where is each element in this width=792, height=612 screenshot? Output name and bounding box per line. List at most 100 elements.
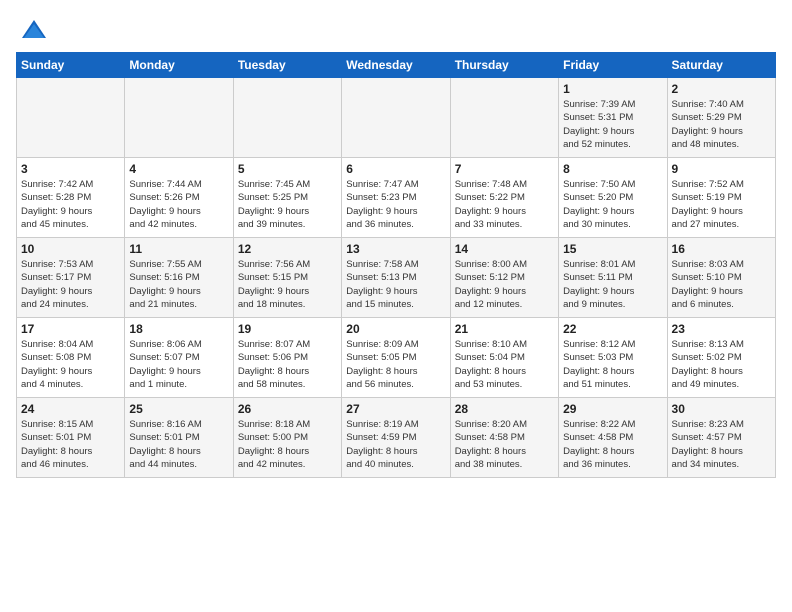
day-number: 27 <box>346 402 445 416</box>
day-number: 7 <box>455 162 554 176</box>
calendar-day: 12Sunrise: 7:56 AM Sunset: 5:15 PM Dayli… <box>233 238 341 318</box>
calendar-body: 1 Sunrise: 7:39 AM Sunset: 5:31 PM Daylig… <box>17 78 776 478</box>
calendar-day: 27 Sunrise: 8:19 AM Sunset: 4:59 PM Dayli… <box>342 398 450 478</box>
day-info: Sunrise: 7:56 AM Sunset: 5:15 PM Dayligh… <box>238 258 337 311</box>
day-info: Sunrise: 7:44 AM Sunset: 5:26 PM Dayligh… <box>129 178 228 231</box>
calendar-day: 11 Sunrise: 7:55 AM Sunset: 5:16 PM Dayli… <box>125 238 233 318</box>
day-info: Sunrise: 7:55 AM Sunset: 5:16 PM Dayligh… <box>129 258 228 311</box>
day-info: Sunrise: 8:01 AM Sunset: 5:11 PM Dayligh… <box>563 258 662 311</box>
calendar-day: 20Sunrise: 8:09 AM Sunset: 5:05 PM Dayli… <box>342 318 450 398</box>
weekday-row: SundayMondayTuesdayWednesdayThursdayFrid… <box>17 53 776 78</box>
day-info: Sunrise: 7:52 AM Sunset: 5:19 PM Dayligh… <box>672 178 771 231</box>
calendar-day: 17 Sunrise: 8:04 AM Sunset: 5:08 PM Dayli… <box>17 318 125 398</box>
day-number: 5 <box>238 162 337 176</box>
day-info: Sunrise: 8:00 AM Sunset: 5:12 PM Dayligh… <box>455 258 554 311</box>
day-number: 3 <box>21 162 120 176</box>
day-number: 24 <box>21 402 120 416</box>
calendar-day: 7 Sunrise: 7:48 AM Sunset: 5:22 PM Daylig… <box>450 158 558 238</box>
day-info: Sunrise: 7:53 AM Sunset: 5:17 PM Dayligh… <box>21 258 120 311</box>
day-number: 21 <box>455 322 554 336</box>
calendar-day: 4 Sunrise: 7:44 AM Sunset: 5:26 PM Daylig… <box>125 158 233 238</box>
calendar-day: 29Sunrise: 8:22 AM Sunset: 4:58 PM Dayli… <box>559 398 667 478</box>
calendar-day <box>17 78 125 158</box>
calendar-week-row: 1 Sunrise: 7:39 AM Sunset: 5:31 PM Daylig… <box>17 78 776 158</box>
day-number: 1 <box>563 82 662 96</box>
calendar-day: 30Sunrise: 8:23 AM Sunset: 4:57 PM Dayli… <box>667 398 775 478</box>
day-number: 9 <box>672 162 771 176</box>
calendar-day: 5 Sunrise: 7:45 AM Sunset: 5:25 PM Daylig… <box>233 158 341 238</box>
day-info: Sunrise: 8:04 AM Sunset: 5:08 PM Dayligh… <box>21 338 120 391</box>
day-info: Sunrise: 8:16 AM Sunset: 5:01 PM Dayligh… <box>129 418 228 471</box>
day-info: Sunrise: 8:03 AM Sunset: 5:10 PM Dayligh… <box>672 258 771 311</box>
day-number: 10 <box>21 242 120 256</box>
calendar-day: 10 Sunrise: 7:53 AM Sunset: 5:17 PM Dayli… <box>17 238 125 318</box>
weekday-header: Sunday <box>17 53 125 78</box>
calendar-day: 23 Sunrise: 8:13 AM Sunset: 5:02 PM Dayli… <box>667 318 775 398</box>
day-number: 14 <box>455 242 554 256</box>
day-number: 16 <box>672 242 771 256</box>
calendar-day <box>125 78 233 158</box>
calendar-day: 1 Sunrise: 7:39 AM Sunset: 5:31 PM Daylig… <box>559 78 667 158</box>
logo <box>16 16 48 44</box>
day-number: 18 <box>129 322 228 336</box>
day-info: Sunrise: 7:45 AM Sunset: 5:25 PM Dayligh… <box>238 178 337 231</box>
day-number: 8 <box>563 162 662 176</box>
weekday-header: Thursday <box>450 53 558 78</box>
day-number: 29 <box>563 402 662 416</box>
day-info: Sunrise: 8:09 AM Sunset: 5:05 PM Dayligh… <box>346 338 445 391</box>
calendar-day: 26Sunrise: 8:18 AM Sunset: 5:00 PM Dayli… <box>233 398 341 478</box>
day-info: Sunrise: 8:23 AM Sunset: 4:57 PM Dayligh… <box>672 418 771 471</box>
day-info: Sunrise: 7:58 AM Sunset: 5:13 PM Dayligh… <box>346 258 445 311</box>
day-info: Sunrise: 8:06 AM Sunset: 5:07 PM Dayligh… <box>129 338 228 391</box>
day-info: Sunrise: 7:47 AM Sunset: 5:23 PM Dayligh… <box>346 178 445 231</box>
day-info: Sunrise: 7:39 AM Sunset: 5:31 PM Dayligh… <box>563 98 662 151</box>
calendar-week-row: 3Sunrise: 7:42 AM Sunset: 5:28 PM Daylig… <box>17 158 776 238</box>
calendar-day: 24 Sunrise: 8:15 AM Sunset: 5:01 PM Dayli… <box>17 398 125 478</box>
calendar-day: 21 Sunrise: 8:10 AM Sunset: 5:04 PM Dayli… <box>450 318 558 398</box>
day-info: Sunrise: 7:50 AM Sunset: 5:20 PM Dayligh… <box>563 178 662 231</box>
day-number: 6 <box>346 162 445 176</box>
calendar-day: 25 Sunrise: 8:16 AM Sunset: 5:01 PM Dayli… <box>125 398 233 478</box>
calendar-day: 22Sunrise: 8:12 AM Sunset: 5:03 PM Dayli… <box>559 318 667 398</box>
weekday-header: Tuesday <box>233 53 341 78</box>
calendar-week-row: 10 Sunrise: 7:53 AM Sunset: 5:17 PM Dayli… <box>17 238 776 318</box>
day-number: 19 <box>238 322 337 336</box>
day-info: Sunrise: 8:07 AM Sunset: 5:06 PM Dayligh… <box>238 338 337 391</box>
weekday-header: Wednesday <box>342 53 450 78</box>
day-number: 17 <box>21 322 120 336</box>
day-number: 4 <box>129 162 228 176</box>
calendar-day <box>233 78 341 158</box>
calendar-day: 13 Sunrise: 7:58 AM Sunset: 5:13 PM Dayli… <box>342 238 450 318</box>
day-info: Sunrise: 7:48 AM Sunset: 5:22 PM Dayligh… <box>455 178 554 231</box>
calendar-day: 2 Sunrise: 7:40 AM Sunset: 5:29 PM Daylig… <box>667 78 775 158</box>
day-info: Sunrise: 8:18 AM Sunset: 5:00 PM Dayligh… <box>238 418 337 471</box>
calendar-day: 9 Sunrise: 7:52 AM Sunset: 5:19 PM Daylig… <box>667 158 775 238</box>
page-header <box>16 16 776 44</box>
day-number: 22 <box>563 322 662 336</box>
day-number: 2 <box>672 82 771 96</box>
calendar-table: SundayMondayTuesdayWednesdayThursdayFrid… <box>16 52 776 478</box>
weekday-header: Saturday <box>667 53 775 78</box>
calendar-day: 14 Sunrise: 8:00 AM Sunset: 5:12 PM Dayli… <box>450 238 558 318</box>
day-number: 28 <box>455 402 554 416</box>
calendar-day: 3Sunrise: 7:42 AM Sunset: 5:28 PM Daylig… <box>17 158 125 238</box>
day-info: Sunrise: 8:10 AM Sunset: 5:04 PM Dayligh… <box>455 338 554 391</box>
calendar-day: 28 Sunrise: 8:20 AM Sunset: 4:58 PM Dayli… <box>450 398 558 478</box>
calendar-week-row: 24 Sunrise: 8:15 AM Sunset: 5:01 PM Dayli… <box>17 398 776 478</box>
weekday-header: Monday <box>125 53 233 78</box>
calendar-day <box>450 78 558 158</box>
calendar-day: 18 Sunrise: 8:06 AM Sunset: 5:07 PM Dayli… <box>125 318 233 398</box>
day-info: Sunrise: 8:13 AM Sunset: 5:02 PM Dayligh… <box>672 338 771 391</box>
day-info: Sunrise: 8:19 AM Sunset: 4:59 PM Dayligh… <box>346 418 445 471</box>
day-info: Sunrise: 8:15 AM Sunset: 5:01 PM Dayligh… <box>21 418 120 471</box>
day-number: 25 <box>129 402 228 416</box>
calendar-day: 16 Sunrise: 8:03 AM Sunset: 5:10 PM Dayli… <box>667 238 775 318</box>
day-info: Sunrise: 7:40 AM Sunset: 5:29 PM Dayligh… <box>672 98 771 151</box>
day-number: 23 <box>672 322 771 336</box>
logo-icon <box>20 16 48 44</box>
calendar-day: 8 Sunrise: 7:50 AM Sunset: 5:20 PM Daylig… <box>559 158 667 238</box>
day-number: 13 <box>346 242 445 256</box>
day-info: Sunrise: 8:20 AM Sunset: 4:58 PM Dayligh… <box>455 418 554 471</box>
day-number: 15 <box>563 242 662 256</box>
day-number: 11 <box>129 242 228 256</box>
